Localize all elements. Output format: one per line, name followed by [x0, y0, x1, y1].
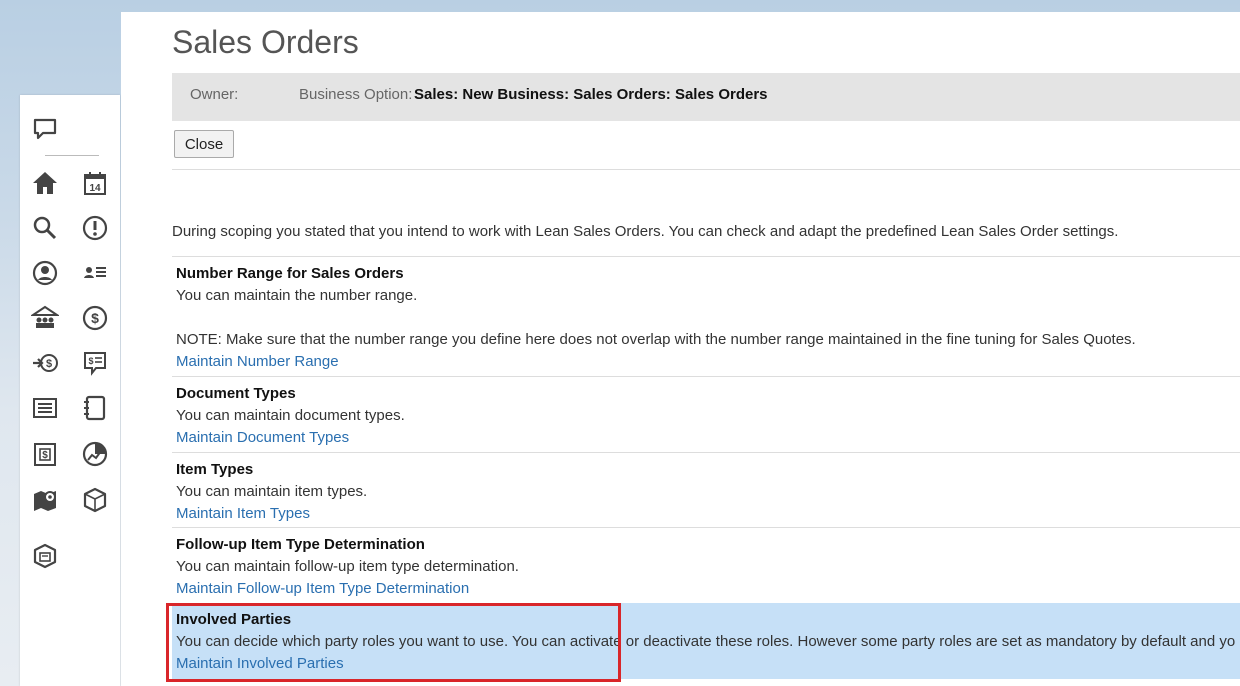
maintain-involved-parties-link[interactable]: Maintain Involved Parties — [176, 653, 1240, 675]
section-title: Involved Parties — [176, 611, 292, 628]
home-icon[interactable] — [30, 168, 60, 198]
section-text: You can maintain item types. — [176, 483, 368, 500]
products-icon[interactable] — [30, 541, 60, 571]
section-title: Document Types — [176, 385, 296, 402]
page-title: Sales Orders — [172, 24, 359, 60]
list-icon[interactable] — [30, 393, 60, 423]
business-option-label: Business Option: — [299, 86, 413, 103]
section-text: You can maintain follow-up item type det… — [176, 558, 519, 575]
section-title: Number Range for Sales Orders — [176, 265, 404, 282]
section-follow-up-item-type: Follow-up Item Type Determination You ca… — [172, 527, 1240, 603]
maintain-follow-up-item-type-link[interactable]: Maintain Follow-up Item Type Determinati… — [176, 578, 1240, 600]
svg-text:$: $ — [46, 358, 52, 370]
product-box-icon[interactable] — [80, 485, 110, 515]
maintain-document-types-link[interactable]: Maintain Document Types — [176, 427, 1240, 449]
invoice-icon[interactable]: $ — [30, 439, 60, 469]
quote-icon[interactable]: $ — [80, 348, 110, 378]
section-involved-parties: Involved Parties You can decide which pa… — [172, 603, 1240, 679]
alert-icon[interactable] — [80, 213, 110, 243]
section-title: Follow-up Item Type Determination — [176, 536, 425, 553]
calendar-icon[interactable]: 14 — [80, 168, 110, 198]
feedback-icon[interactable] — [30, 115, 60, 145]
intro-text: During scoping you stated that you inten… — [172, 223, 1119, 240]
sales-arrow-icon[interactable]: $ — [30, 348, 60, 378]
close-button[interactable]: Close — [174, 130, 234, 158]
maintain-number-range-link[interactable]: Maintain Number Range — [176, 351, 1240, 373]
contacts-list-icon[interactable] — [80, 258, 110, 288]
main-panel: Sales Orders Owner: Business Option: Sal… — [121, 12, 1240, 686]
divider — [172, 169, 1240, 170]
account-icon[interactable] — [30, 258, 60, 288]
owner-label: Owner: — [190, 86, 239, 103]
calendar-day-text: 14 — [89, 183, 101, 194]
section-title: Item Types — [176, 461, 254, 478]
business-option-value: Sales: New Business: Sales Orders: Sales… — [414, 86, 768, 103]
notebook-icon[interactable] — [80, 393, 110, 423]
sidebar-divider — [45, 155, 99, 156]
dollar-circle-icon[interactable]: $ — [80, 303, 110, 333]
section-note: NOTE: Make sure that the number range yo… — [176, 331, 1136, 348]
accounts-building-icon[interactable] — [30, 303, 60, 333]
analytics-icon[interactable] — [80, 439, 110, 469]
section-number-range: Number Range for Sales Orders You can ma… — [172, 256, 1240, 376]
section-text: You can maintain the number range. — [176, 287, 418, 304]
search-icon[interactable] — [30, 213, 60, 243]
sidebar: 14 $ $ $ $ — [20, 95, 120, 686]
section-document-types: Document Types You can maintain document… — [172, 376, 1240, 452]
info-bar: Owner: Business Option: Sales: New Busin… — [172, 73, 1240, 121]
map-icon[interactable] — [30, 485, 60, 515]
section-text: You can decide which party roles you wan… — [176, 633, 1236, 650]
maintain-item-types-link[interactable]: Maintain Item Types — [176, 503, 1240, 525]
svg-text:$: $ — [91, 310, 99, 326]
svg-text:$: $ — [42, 450, 48, 461]
section-text: You can maintain document types. — [176, 407, 405, 424]
section-item-types: Item Types You can maintain item types. … — [172, 452, 1240, 527]
svg-text:$: $ — [88, 356, 93, 366]
